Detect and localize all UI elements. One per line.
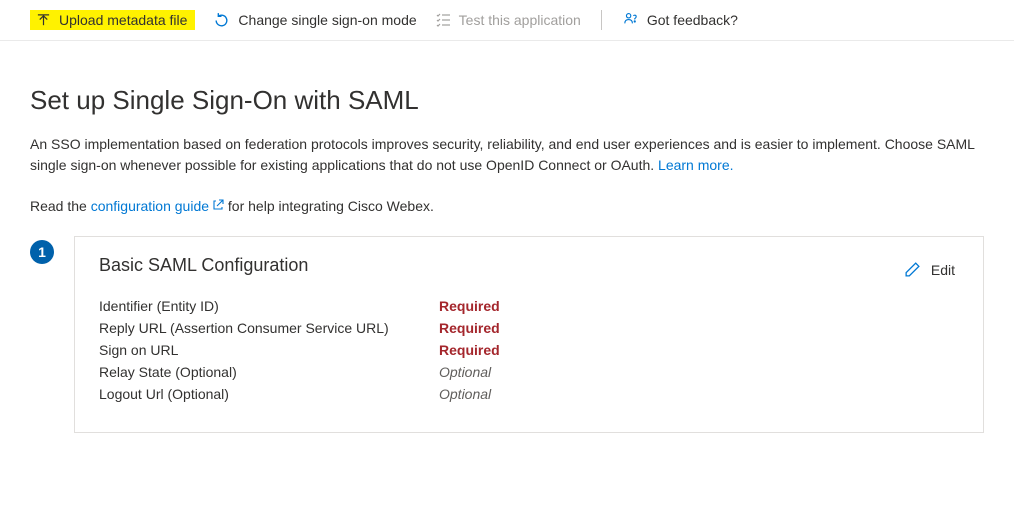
field-value: Required [439,298,500,314]
field-row: Logout Url (Optional)Optional [99,386,959,402]
field-row: Sign on URLRequired [99,342,959,358]
field-value: Required [439,342,500,358]
card-title: Basic SAML Configuration [99,255,959,276]
guide-line: Read the configuration guide for help in… [30,198,984,214]
field-label: Reply URL (Assertion Consumer Service UR… [99,320,439,336]
pencil-icon [904,261,921,278]
field-label: Logout Url (Optional) [99,386,439,402]
edit-label: Edit [931,262,955,278]
upload-metadata-label: Upload metadata file [59,12,187,28]
upload-metadata-button[interactable]: Upload metadata file [30,10,195,30]
feedback-icon [622,12,639,29]
upload-icon [36,13,51,28]
test-application-label: Test this application [459,12,581,28]
field-row: Relay State (Optional)Optional [99,364,959,380]
toolbar: Upload metadata file Change single sign-… [0,0,1014,41]
field-label: Relay State (Optional) [99,364,439,380]
change-mode-button[interactable]: Change single sign-on mode [213,12,416,29]
step-1: 1 Basic SAML Configuration Edit Identifi… [30,236,984,433]
undo-icon [213,12,230,29]
field-label: Sign on URL [99,342,439,358]
toolbar-separator [601,10,602,30]
test-application-button[interactable]: Test this application [435,12,581,28]
field-row: Reply URL (Assertion Consumer Service UR… [99,320,959,336]
field-value: Optional [439,386,491,402]
step-number-badge: 1 [30,240,54,264]
edit-button[interactable]: Edit [904,261,955,278]
change-mode-label: Change single sign-on mode [238,12,416,28]
page-title: Set up Single Sign-On with SAML [30,85,984,116]
checklist-icon [435,12,451,28]
guide-link-text: configuration guide [91,198,209,214]
configuration-guide-link[interactable]: configuration guide [91,198,224,214]
field-value: Required [439,320,500,336]
page-description: An SSO implementation based on federatio… [30,134,984,176]
learn-more-link[interactable]: Learn more. [658,157,733,173]
basic-saml-card: Basic SAML Configuration Edit Identifier… [74,236,984,433]
external-link-icon [212,199,224,211]
guide-post: for help integrating Cisco Webex. [224,198,434,214]
field-row: Identifier (Entity ID)Required [99,298,959,314]
description-text: An SSO implementation based on federatio… [30,136,974,173]
feedback-label: Got feedback? [647,12,738,28]
feedback-button[interactable]: Got feedback? [622,12,738,29]
field-value: Optional [439,364,491,380]
field-label: Identifier (Entity ID) [99,298,439,314]
guide-pre: Read the [30,198,91,214]
main-content: Set up Single Sign-On with SAML An SSO i… [0,41,1014,463]
